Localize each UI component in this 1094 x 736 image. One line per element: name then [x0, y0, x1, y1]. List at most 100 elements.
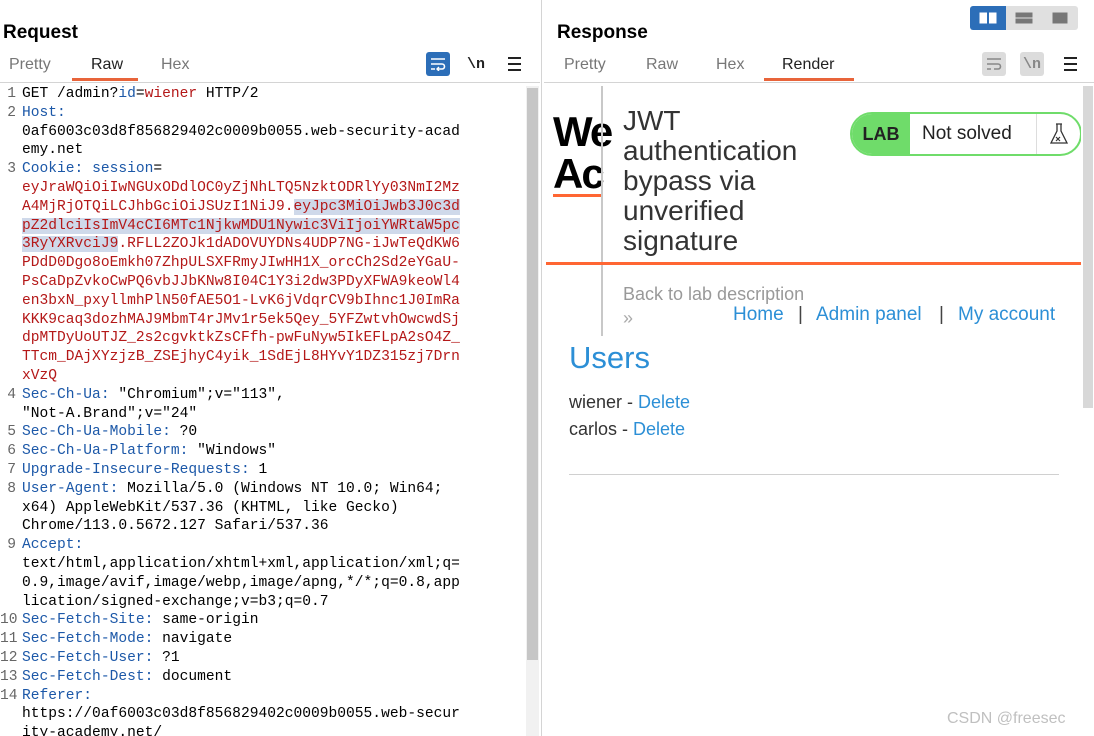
code-line: 0.9,image/avif,image/webp,image/apng,*/*… — [0, 574, 524, 593]
code-token: = — [135, 86, 145, 102]
code-line: 1 GET /admin?id=wiener HTTP/2 — [0, 86, 524, 104]
newline-toggle-icon[interactable]: \n — [464, 52, 488, 76]
code-token: ?1 — [153, 650, 180, 666]
code-line: xVzQ — [0, 367, 524, 386]
code-line: "Not-A.Brand";v="24" — [0, 405, 524, 424]
users-divider — [569, 474, 1059, 475]
code-token: TTcm_DAjXYzjzB_ZSEjhyC4yik_1SdEjL8HYvY1D… — [22, 349, 460, 366]
tab-request-hex[interactable]: Hex — [161, 56, 189, 74]
code-line: 8 User-Agent: Mozilla/5.0 (Windows NT 10.… — [0, 480, 524, 499]
code-token: pZ2dlciIsImV4cCI6MTc1NjkwMDU1Nywic3ViIjo… — [22, 217, 460, 234]
line-text: KKK9caq3dozhMAJ9MbmT4rJMv1r5ek5Qey_5YFZw… — [22, 311, 460, 330]
code-token: 1 — [249, 462, 268, 478]
line-text: A4MjRjOTQiLCJhbGciOiJSUzI1NiJ9.eyJpc3MiO… — [22, 198, 460, 217]
menu-icon[interactable] — [502, 52, 526, 76]
line-number: 7 — [7, 462, 16, 478]
delete-user-link[interactable]: Delete — [638, 392, 690, 412]
wrap-lines-icon[interactable] — [982, 52, 1006, 76]
code-line: https://0af6003c03d8f856829402c0009b0055… — [0, 705, 524, 724]
newline-toggle-icon[interactable]: \n — [1020, 52, 1044, 76]
code-line: eyJraWQiOiIwNGUxODdlOC0yZjNhLTQ5NzktODRl… — [0, 179, 524, 198]
line-text: eyJraWQiOiIwNGUxODdlOC0yZjNhLTQ5NzktODRl… — [22, 179, 460, 198]
code-token: Accept: — [22, 537, 84, 554]
active-tab-indicator — [72, 78, 138, 81]
nav-my-account-link[interactable]: My account — [958, 304, 1055, 326]
tabbed-layout-icon[interactable] — [1042, 6, 1078, 30]
line-number: 8 — [7, 480, 16, 497]
code-line: 3RyYXRvciJ9.RFLL2ZOJk1dADOVUYDNs4UDP7NG-… — [0, 235, 524, 254]
line-text: Sec-Fetch-User: ?1 — [22, 649, 180, 668]
code-line: Chrome/113.0.5672.127 Safari/537.36 — [0, 517, 524, 536]
line-number: 14 — [0, 687, 18, 704]
line-text: dpMTDyUoUTJZ_2s2cgvktkZsCFfh-pwFuNyw5IkE… — [22, 329, 460, 348]
nav-admin-panel-link[interactable]: Admin panel — [816, 304, 922, 326]
pane-splitter[interactable] — [541, 0, 542, 736]
code-token: 3RyYXRvciJ9 — [22, 236, 119, 253]
line-text: Sec-Fetch-Site: same-origin — [22, 611, 258, 630]
code-line: KKK9caq3dozhMAJ9MbmT4rJMv1r5ek5Qey_5YFZw… — [0, 311, 524, 330]
line-number: 5 — [7, 424, 16, 441]
code-token: x64) AppleWebKit/537.36 (KHTML, like Gec… — [22, 499, 399, 516]
line-number: 13 — [0, 668, 18, 685]
code-token: same-origin — [153, 612, 259, 629]
line-text: 3RyYXRvciJ9.RFLL2ZOJk1dADOVUYDNs4UDP7NG-… — [22, 235, 460, 254]
code-token: emy.net — [22, 142, 84, 159]
code-line: en3bxN_pxyllmhPlN50fAE5O1-LvK6jVdqrCV9bI… — [0, 292, 524, 311]
code-line: 9 Accept: — [0, 536, 524, 555]
code-line: 5 Sec-Ch-Ua-Mobile: ?0 — [0, 423, 524, 442]
code-token: ?0 — [170, 424, 198, 441]
code-token: navigate — [153, 631, 233, 648]
tab-response-render[interactable]: Render — [782, 56, 834, 74]
line-text: User-Agent: Mozilla/5.0 (Windows NT 10.0… — [22, 480, 442, 499]
code-line: pZ2dlciIsImV4cCI6MTc1NjkwMDU1Nywic3ViIjo… — [0, 217, 524, 236]
menu-icon[interactable] — [1058, 52, 1082, 76]
stacked-layout-icon[interactable] — [1006, 6, 1042, 30]
line-number: 6 — [7, 443, 16, 460]
line-text: Cookie: session= — [22, 160, 162, 179]
code-token: Sec-Fetch-Mode: — [22, 631, 154, 648]
code-token: "Chromium";v="113", — [109, 386, 285, 403]
line-text: Sec-Fetch-Dest: document — [22, 668, 232, 687]
wrap-lines-icon[interactable] — [426, 52, 450, 76]
code-token: wiener — [144, 86, 198, 102]
tab-response-pretty[interactable]: Pretty — [564, 56, 606, 74]
header-accent-bar — [546, 262, 1081, 265]
line-text: Referer: — [22, 687, 92, 706]
tab-response-hex[interactable]: Hex — [716, 56, 744, 74]
request-title: Request — [3, 22, 78, 43]
code-token: en3bxN_pxyllmhPlN50fAE5O1-LvK6jVdqrCV9bI… — [22, 292, 460, 309]
line-text: Upgrade-Insecure-Requests: 1 — [22, 461, 267, 480]
user-row: carlos - Delete — [569, 419, 686, 439]
request-scrollbar-thumb[interactable] — [527, 88, 538, 660]
line-text: Sec-Ch-Ua-Platform: "Windows" — [22, 442, 276, 461]
nav-home-link[interactable]: Home — [733, 304, 784, 326]
line-number: 9 — [7, 537, 16, 554]
users-heading: Users — [569, 340, 650, 375]
nav-separator: | — [798, 304, 803, 325]
code-token: Upgrade-Insecure-Requests: — [22, 462, 250, 478]
request-editor[interactable]: 1 GET /admin?id=wiener HTTP/2 2 Host: 0af600… — [0, 86, 524, 736]
line-text: Sec-Ch-Ua-Mobile: ?0 — [22, 423, 197, 442]
code-token: lication/signed-exchange;v=b3;q=0.7 — [22, 593, 329, 610]
code-line: lication/signed-exchange;v=b3;q=0.7 — [0, 593, 524, 612]
tab-request-raw[interactable]: Raw — [91, 56, 123, 74]
line-text: PDdD0Dgo8oEmkh07ZhpULSXFRmyJIwHH1X_orcCh… — [22, 254, 460, 273]
code-line: 4 Sec-Ch-Ua: "Chromium";v="113", — [0, 386, 524, 405]
code-token: = — [153, 161, 163, 178]
code-line: text/html,application/xhtml+xml,applicat… — [0, 555, 524, 574]
tab-request-pretty[interactable]: Pretty — [9, 56, 51, 74]
code-token: eyJraWQiOiIwNGUxODdlOC0yZjNhLTQ5NzktODRl… — [22, 180, 460, 196]
code-line: 13 Sec-Fetch-Dest: document — [0, 668, 524, 687]
tab-response-raw[interactable]: Raw — [646, 56, 678, 74]
code-line: 14 Referer: — [0, 687, 524, 706]
code-token: text/html,application/xhtml+xml,applicat… — [22, 556, 460, 572]
back-to-lab-link[interactable]: Back to lab description — [623, 284, 804, 305]
rendered-page[interactable]: We Ac JWT authentication bypass via unve… — [546, 86, 1081, 736]
delete-user-link[interactable]: Delete — [633, 419, 685, 439]
response-title: Response — [557, 22, 648, 43]
line-text: PsCaDpZvkoCwPQ6vbJJbKNw8I04C1Y3i2dw3PDyX… — [22, 273, 460, 292]
code-token: PsCaDpZvkoCwPQ6vbJJbKNw8I04C1Y3i2dw3PDyX… — [22, 274, 460, 290]
render-scrollbar[interactable] — [1083, 86, 1093, 408]
side-by-side-layout-icon[interactable] — [970, 6, 1006, 30]
code-line: TTcm_DAjXYzjzB_ZSEjhyC4yik_1SdEjL8HYvY1D… — [0, 348, 524, 367]
